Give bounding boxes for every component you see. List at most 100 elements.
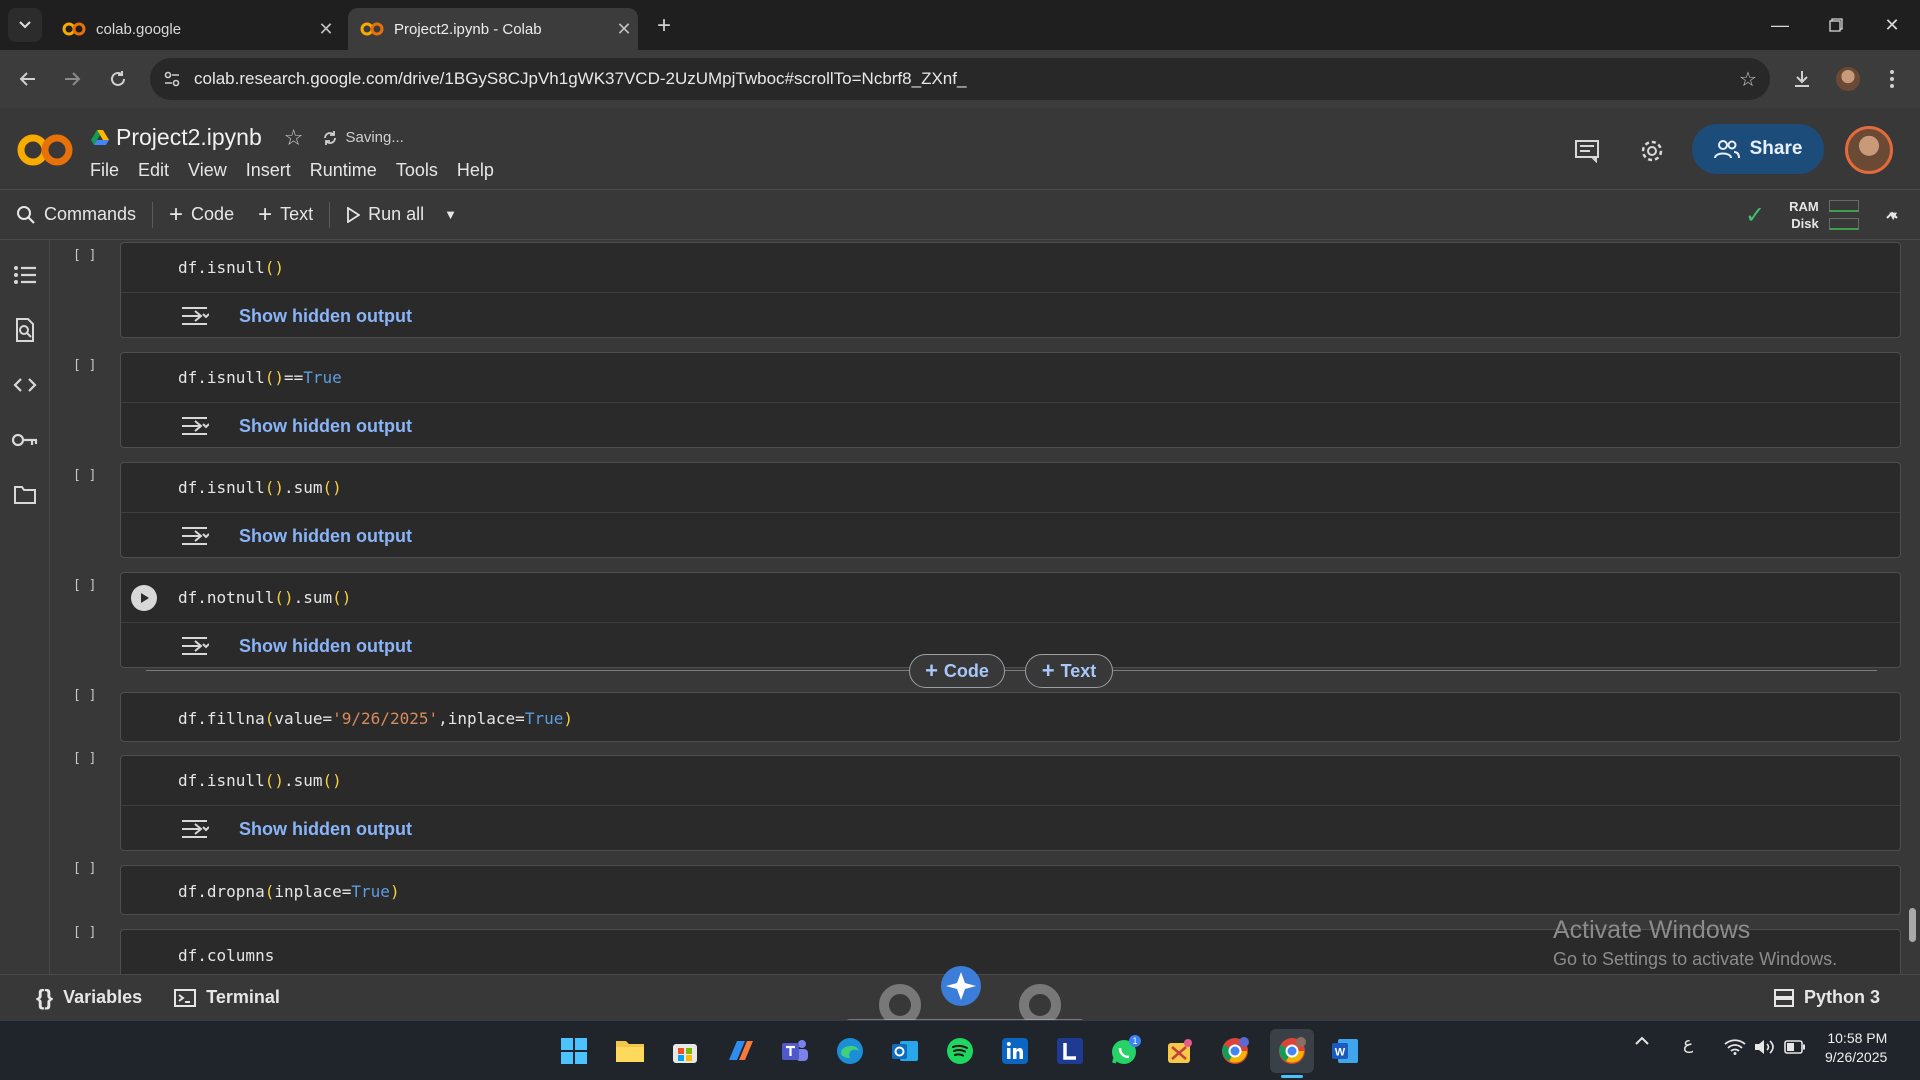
notebook-title[interactable]: Project2.ipynb [116, 124, 262, 151]
cell-box[interactable]: df.isnull() == True Show hidden output [120, 352, 1901, 448]
close-tab-icon[interactable]: ✕ [610, 19, 638, 40]
menu-tools[interactable]: Tools [396, 160, 438, 181]
table-of-contents-button[interactable] [10, 260, 40, 290]
copilot-icon[interactable] [722, 1033, 758, 1069]
spotify-icon[interactable] [942, 1033, 978, 1069]
cell-box[interactable]: df.isnull() .sum() Show hidden output [120, 755, 1901, 851]
bookmark-star-icon[interactable]: ☆ [1726, 67, 1770, 92]
resources-indicator[interactable]: ✓ RAM Disk ▼ [1745, 198, 1900, 232]
arrow-left-icon [19, 72, 35, 86]
run-all-button[interactable]: Run all [334, 197, 436, 233]
site-info-icon[interactable] [150, 71, 194, 87]
cell-box[interactable]: df.dropna(inplace= True) [120, 865, 1901, 915]
hidden-output-row[interactable]: Show hidden output [121, 623, 1900, 669]
share-button[interactable]: Share [1692, 124, 1824, 174]
cell-box[interactable]: df.isnull() .sum() Show hidden output [120, 462, 1901, 558]
runtime-type-button[interactable]: Python 3 [1774, 987, 1880, 1008]
hidden-output-row[interactable]: Show hidden output [121, 403, 1900, 449]
url-text[interactable]: colab.research.google.com/drive/1BGyS8CJ… [194, 69, 1726, 89]
microsoft-store-icon[interactable] [667, 1033, 703, 1069]
add-text-button[interactable]: + Text [246, 197, 325, 233]
profile-avatar-button[interactable] [1832, 63, 1864, 95]
hidden-output-row[interactable]: Show hidden output [121, 513, 1900, 559]
file-explorer-icon[interactable] [612, 1033, 648, 1069]
volume-icon[interactable] [1754, 1039, 1776, 1059]
chrome-icon[interactable] [1270, 1029, 1314, 1073]
restore-button[interactable] [1808, 0, 1864, 50]
variables-button[interactable]: {} Variables [36, 985, 142, 1011]
omnibox[interactable]: colab.research.google.com/drive/1BGyS8CJ… [150, 58, 1770, 100]
chrome-profile-icon[interactable] [1217, 1033, 1253, 1069]
menu-view[interactable]: View [188, 160, 227, 181]
show-hidden-output-link[interactable]: Show hidden output [239, 819, 412, 840]
outlook-icon[interactable] [887, 1033, 923, 1069]
browser-tab-project2[interactable]: Project2.ipynb - Colab ✕ [348, 8, 638, 50]
execution-count: [ ] [73, 925, 97, 940]
add-code-button[interactable]: + Code [157, 197, 246, 233]
cell-box[interactable]: df.fillna(value= '9/26/2025' ,inplace= True… [120, 692, 1901, 742]
show-hidden-output-link[interactable]: Show hidden output [239, 416, 412, 437]
close-window-button[interactable]: ✕ [1864, 0, 1920, 50]
notebook-scrollbar[interactable] [1909, 908, 1916, 942]
star-notebook-icon[interactable]: ☆ [284, 125, 304, 151]
menu-insert[interactable]: Insert [246, 160, 291, 181]
menu-runtime[interactable]: Runtime [310, 160, 377, 181]
whatsapp-icon[interactable]: 1 [1107, 1033, 1143, 1069]
windows-start-icon[interactable] [556, 1033, 592, 1069]
back-button[interactable] [12, 63, 44, 95]
cell-code-editor[interactable]: df.notnull() .sum() [121, 573, 1900, 623]
cell-code-editor[interactable]: df.dropna(inplace= True) [121, 866, 1900, 916]
find-replace-button[interactable] [10, 315, 40, 345]
browser-tab-colab-google[interactable]: colab.google ✕ [50, 8, 340, 50]
menu-edit[interactable]: Edit [138, 160, 169, 181]
settings-button[interactable] [1635, 134, 1669, 168]
cell-code-editor[interactable]: df.isnull() == True [121, 353, 1900, 403]
show-hidden-output-link[interactable]: Show hidden output [239, 306, 412, 327]
files-button[interactable] [10, 480, 40, 510]
comments-button[interactable] [1570, 134, 1604, 168]
show-hidden-output-link[interactable]: Show hidden output [239, 636, 412, 657]
input-language-indicator[interactable]: ع [1683, 1034, 1693, 1054]
terminal-button[interactable]: Terminal [174, 987, 280, 1008]
show-hidden-output-link[interactable]: Show hidden output [239, 526, 412, 547]
cell-code-editor[interactable]: df.isnull() [121, 243, 1900, 293]
insert-code-cell-button[interactable]: + Code [909, 654, 1005, 688]
downloads-button[interactable] [1786, 63, 1818, 95]
secrets-button[interactable] [10, 425, 40, 455]
cell-box[interactable]: df.notnull() .sum() Show hidden output [120, 572, 1901, 668]
taskbar-clock[interactable]: 10:58 PM 9/26/2025 [1825, 1029, 1887, 1067]
forward-button[interactable] [56, 63, 88, 95]
account-avatar[interactable] [1845, 126, 1893, 174]
chrome-menu-button[interactable] [1876, 63, 1908, 95]
cell-code-editor[interactable]: df.isnull() .sum() [121, 756, 1900, 806]
run-options-dropdown[interactable]: ▼ [436, 197, 465, 233]
minimize-button[interactable]: — [1752, 0, 1808, 50]
wifi-icon[interactable] [1724, 1039, 1746, 1059]
l-app-icon[interactable] [1052, 1033, 1088, 1069]
tab-search-button[interactable] [8, 8, 42, 42]
cell-code-editor[interactable]: df.isnull() .sum() [121, 463, 1900, 513]
add-text-label: Text [280, 204, 314, 224]
edge-icon[interactable] [832, 1033, 868, 1069]
close-tab-icon[interactable]: ✕ [312, 19, 340, 40]
insert-text-cell-button[interactable]: + Text [1025, 654, 1113, 688]
commands-button[interactable]: Commands [0, 197, 148, 233]
cell-code-editor[interactable]: df.fillna(value= '9/26/2025' ,inplace= True… [121, 693, 1900, 743]
colab-logo-icon[interactable] [16, 130, 74, 170]
menu-help[interactable]: Help [457, 160, 494, 181]
word-icon[interactable]: W [1327, 1033, 1363, 1069]
code-snippets-button[interactable] [10, 370, 40, 400]
linkedin-icon[interactable] [997, 1033, 1033, 1069]
teams-icon[interactable] [777, 1033, 813, 1069]
snipping-tool-icon[interactable] [1162, 1033, 1198, 1069]
hidden-output-row[interactable]: Show hidden output [121, 806, 1900, 852]
new-tab-button[interactable]: + [650, 12, 678, 40]
show-hidden-icons-button[interactable] [1634, 1034, 1650, 1051]
reload-button[interactable] [102, 63, 134, 95]
run-cell-button[interactable] [131, 585, 157, 611]
hidden-output-row[interactable]: Show hidden output [121, 293, 1900, 339]
collapse-header-button[interactable] [1880, 203, 1904, 227]
battery-icon[interactable] [1784, 1040, 1806, 1058]
menu-file[interactable]: File [90, 160, 119, 181]
cell-box[interactable]: df.isnull() Show hidden output [120, 242, 1901, 338]
